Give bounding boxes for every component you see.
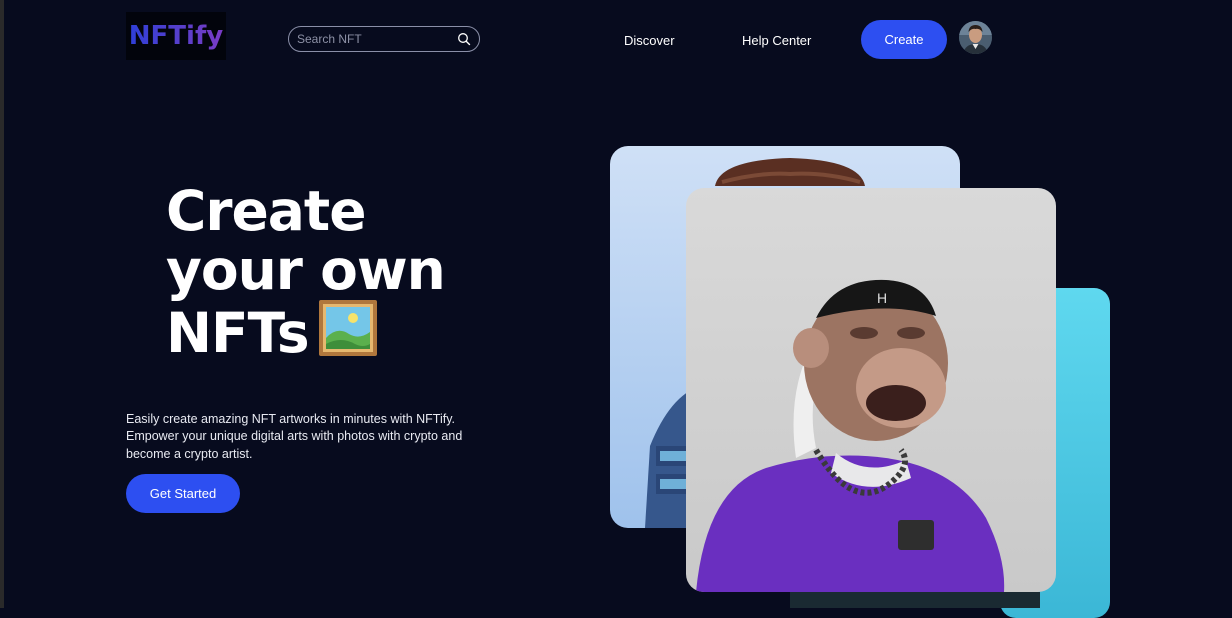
hero-title-line-3: NFTs [166,300,586,363]
user-avatar[interactable] [959,21,992,54]
create-button[interactable]: Create [861,20,947,59]
nft-ape-image: H [696,279,1005,592]
window-edge [0,0,4,608]
nav-discover[interactable]: Discover [624,33,675,48]
search-input[interactable] [297,32,457,46]
hero-title-line-2: your own [166,238,446,302]
hero-title-line-1: Create [166,179,367,243]
get-started-button[interactable]: Get Started [126,474,240,513]
hero-title: Create your own NFTs [166,182,586,363]
nft-card-front[interactable]: H [686,188,1056,592]
avatar-photo-icon [959,21,992,54]
logo-text: NFTify [128,21,224,51]
nav-help-center[interactable]: Help Center [742,33,811,48]
search-bar[interactable] [288,26,480,52]
search-icon[interactable] [457,32,471,46]
nft-card-bottom-strip [790,592,1040,608]
logo[interactable]: NFTify [126,12,226,60]
hero-title-line-3-text: NFTs [166,301,310,365]
svg-text:H: H [877,290,887,306]
framed-picture-icon [318,300,377,356]
hero-description: Easily create amazing NFT artworks in mi… [126,411,463,461]
